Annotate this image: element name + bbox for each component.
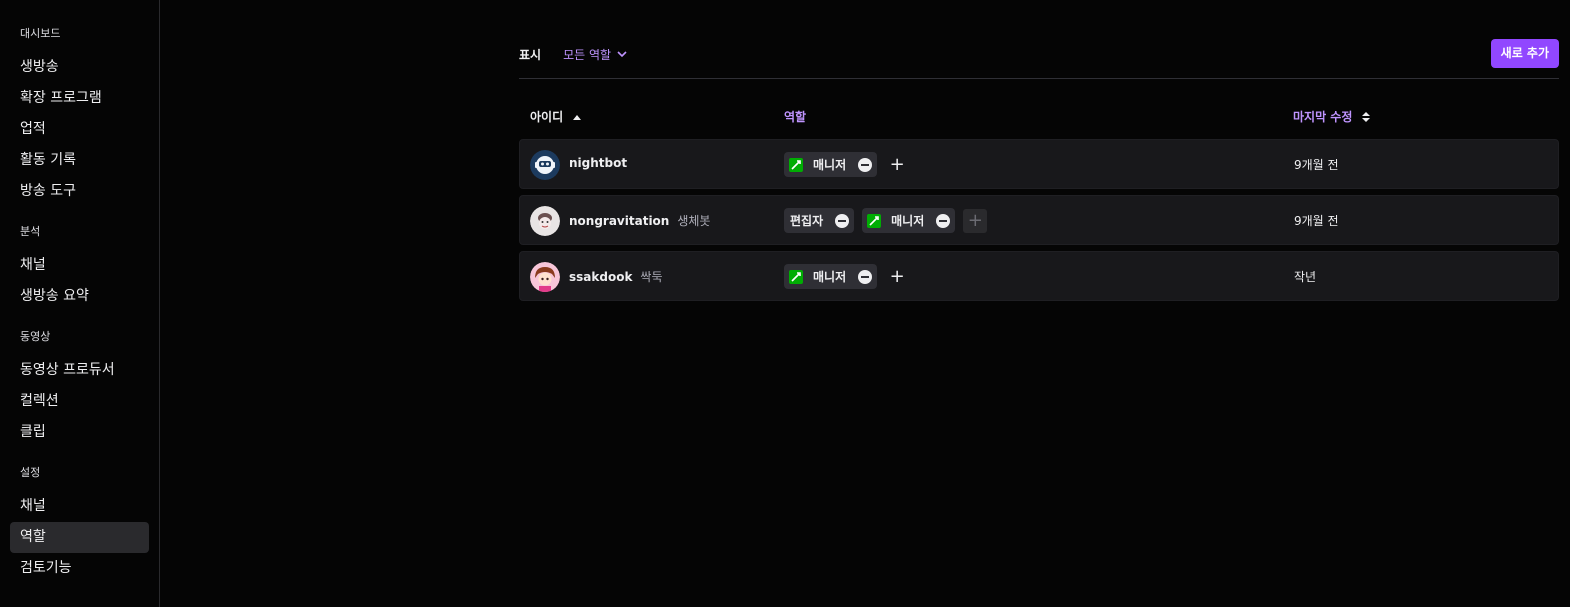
role-chip-label: 매니저 [813, 270, 847, 284]
avatar [530, 150, 560, 180]
username-text: nongravitation [569, 214, 670, 228]
chevron-down-icon [617, 51, 627, 58]
sidebar-section-title: 설정 [20, 466, 41, 479]
role-chips: 매니저 + [784, 264, 909, 289]
sidebar-item-channel-analytics[interactable]: 채널 [10, 250, 149, 281]
last-modified: 9개월 전 [1294, 214, 1339, 228]
toolbar: 표시 모든 역할 새로 추가 [519, 38, 1559, 70]
sidebar-item-collections[interactable]: 컬렉션 [10, 386, 149, 417]
role-chip-label: 매니저 [813, 158, 847, 172]
chevron-up-icon [573, 114, 582, 120]
sidebar-item-moderation[interactable]: 검토기능 [10, 553, 149, 584]
last-modified: 작년 [1294, 270, 1317, 284]
sidebar-item-stream-tools[interactable]: 방송 도구 [10, 176, 149, 207]
role-filter-value: 모든 역할 [563, 47, 612, 62]
minus-circle-icon[interactable] [858, 269, 873, 284]
plus-icon[interactable]: + [885, 153, 909, 177]
avatar [530, 262, 560, 292]
role-chip-moderator: 매니저 [784, 152, 878, 177]
column-header-role[interactable]: 역할 [784, 108, 806, 125]
column-header-id[interactable]: 아이디 [530, 108, 582, 125]
sidebar-item-achievements[interactable]: 업적 [10, 114, 149, 145]
sidebar-item-roles[interactable]: 역할 [10, 522, 149, 553]
minus-circle-icon[interactable] [835, 213, 850, 228]
sidebar-group-analytics: 분석 채널 생방송 요약 [0, 224, 159, 312]
sidebar-group-videos: 동영상 동영상 프로듀서 컬렉션 클립 [0, 329, 159, 448]
role-chip-label: 매니저 [891, 214, 925, 228]
display-name: 생체봇 [677, 214, 711, 228]
nongravitation-avatar-icon [530, 206, 560, 236]
plus-icon[interactable]: + [885, 265, 909, 289]
table-row: nightbot 매니저 + 9개월 전 [519, 139, 1559, 189]
table-row: nongravitation 생체봇 편집자 매니저 + 9개월 전 [519, 195, 1559, 245]
sidebar-section-title: 동영상 [20, 330, 51, 343]
username-text: nightbot [569, 156, 628, 170]
sidebar-item-channel-settings[interactable]: 채널 [10, 491, 149, 522]
sword-icon [867, 213, 882, 228]
sword-icon [789, 157, 803, 172]
username: nongravitation 생체봇 [569, 212, 710, 229]
role-chip-label: 편집자 [790, 214, 824, 228]
sidebar-item-clips[interactable]: 클립 [10, 417, 149, 448]
sidebar-item-activity[interactable]: 활동 기록 [10, 145, 149, 176]
plus-icon[interactable]: + [963, 208, 988, 233]
role-filter-dropdown[interactable]: 모든 역할 [563, 46, 627, 63]
ssakdook-avatar-icon [530, 262, 560, 292]
sidebar: 대시보드 생방송 확장 프로그램 업적 활동 기록 방송 도구 분석 채널 생방… [0, 0, 160, 607]
sidebar-group-settings: 설정 채널 역할 검토기능 [0, 465, 159, 584]
role-chips: 편집자 매니저 + [784, 208, 988, 233]
filter-label: 표시 [519, 47, 542, 62]
sidebar-item-video-producer[interactable]: 동영상 프로듀서 [10, 355, 149, 386]
sort-icon [1362, 111, 1371, 122]
sidebar-item-live[interactable]: 생방송 [10, 52, 149, 83]
sword-icon [789, 269, 803, 284]
role-chip-moderator: 매니저 [784, 264, 878, 289]
toolbar-divider [519, 78, 1559, 79]
username-text: ssakdook [569, 270, 633, 284]
minus-circle-icon[interactable] [936, 213, 951, 228]
username: ssakdook 싹둑 [569, 268, 663, 285]
role-chips: 매니저 + [784, 152, 909, 177]
role-chip-editor: 편집자 [784, 208, 855, 233]
main-content: 표시 모든 역할 새로 추가 아이디 역할 마지막 수정 nightbot 매니… [160, 0, 1570, 607]
column-header-role-label: 역할 [784, 110, 807, 124]
display-name: 싹둑 [640, 270, 663, 284]
sidebar-item-stream-summary[interactable]: 생방송 요약 [10, 281, 149, 312]
column-header-id-label: 아이디 [530, 110, 564, 124]
minus-circle-icon[interactable] [858, 157, 873, 172]
username: nightbot [569, 156, 627, 170]
column-header-modified-label: 마지막 수정 [1293, 110, 1353, 124]
sidebar-item-extensions[interactable]: 확장 프로그램 [10, 83, 149, 114]
last-modified: 9개월 전 [1294, 158, 1339, 172]
table-header: 아이디 역할 마지막 수정 [519, 108, 1559, 128]
add-new-button[interactable]: 새로 추가 [1490, 39, 1559, 68]
sidebar-section-title: 분석 [20, 225, 41, 238]
table-row: ssakdook 싹둑 매니저 + 작년 [519, 251, 1559, 301]
nightbot-avatar-icon [530, 150, 560, 180]
sidebar-section-title: 대시보드 [20, 27, 61, 40]
column-header-modified[interactable]: 마지막 수정 [1293, 108, 1371, 125]
role-chip-moderator: 매니저 [862, 208, 956, 233]
avatar [530, 206, 560, 236]
sidebar-group-dashboard: 대시보드 생방송 확장 프로그램 업적 활동 기록 방송 도구 [0, 26, 159, 207]
